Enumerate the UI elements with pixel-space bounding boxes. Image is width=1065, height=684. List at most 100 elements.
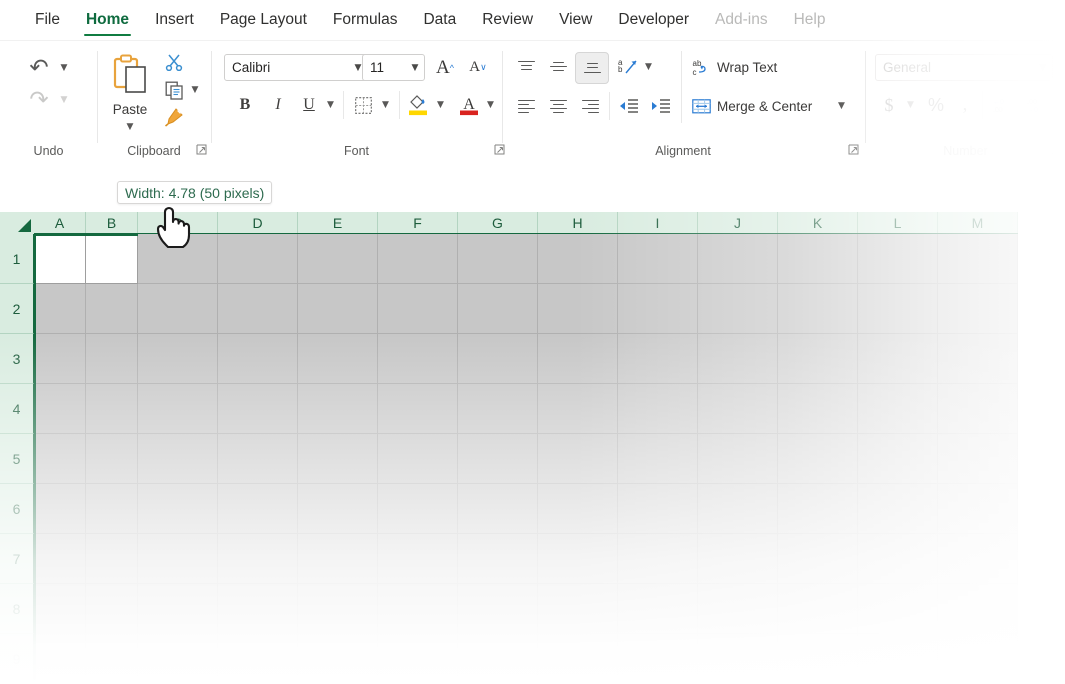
cell-F7[interactable] [378,534,458,584]
cell-C1[interactable] [138,234,218,284]
cell-H8[interactable] [538,584,618,634]
comma-format-button[interactable]: , [952,91,978,119]
cell-F3[interactable] [378,334,458,384]
cell-D4[interactable] [218,384,298,434]
row-header-4[interactable]: 4 [0,384,34,434]
cell-J3[interactable] [698,334,778,384]
column-header-G[interactable]: G [458,212,538,234]
cell-I6[interactable] [618,484,698,534]
cell-K8[interactable] [778,584,858,634]
row-header-1[interactable]: 1 [0,234,34,284]
cell-M1[interactable] [938,234,1018,284]
cell-B2[interactable] [86,284,138,334]
cell-G6[interactable] [458,484,538,534]
copy-dropdown-button[interactable]: ▼ [187,77,203,103]
cell-L8[interactable] [858,584,938,634]
cell-J1[interactable] [698,234,778,284]
cell-D9[interactable] [218,634,298,684]
font-color-dropdown-button[interactable]: ▼ [482,91,499,119]
cell-A7[interactable] [34,534,86,584]
cell-J4[interactable] [698,384,778,434]
cell-K7[interactable] [778,534,858,584]
cell-G4[interactable] [458,384,538,434]
font-color-button[interactable]: A [453,89,485,121]
cell-J5[interactable] [698,434,778,484]
orientation-button[interactable]: a b [611,53,643,81]
bottom-align-button[interactable] [575,52,609,84]
cell-K5[interactable] [778,434,858,484]
cell-A3[interactable] [34,334,86,384]
cell-M9[interactable] [938,634,1018,684]
cell-C6[interactable] [138,484,218,534]
orientation-dropdown-button[interactable]: ▼ [640,53,657,81]
accounting-dropdown-button[interactable]: ▼ [902,91,919,119]
alignment-dialog-launcher[interactable] [848,144,860,156]
column-header-E[interactable]: E [298,212,378,234]
column-header-I[interactable]: I [618,212,698,234]
align-right-button[interactable] [575,92,605,120]
cell-M7[interactable] [938,534,1018,584]
cell-E3[interactable] [298,334,378,384]
font-size-input[interactable]: 11 ▼ [362,54,425,81]
cell-E9[interactable] [298,634,378,684]
borders-button[interactable] [347,91,379,119]
bold-button[interactable]: B [230,91,260,119]
cell-I9[interactable] [618,634,698,684]
borders-dropdown-button[interactable]: ▼ [377,91,394,119]
column-header-K[interactable]: K [778,212,858,234]
cell-C7[interactable] [138,534,218,584]
cell-B1[interactable] [86,234,138,284]
cell-D1[interactable] [218,234,298,284]
cell-K4[interactable] [778,384,858,434]
row-header-7[interactable]: 7 [0,534,34,584]
cell-D2[interactable] [218,284,298,334]
row-header-9[interactable]: 9 [0,634,34,684]
cell-K6[interactable] [778,484,858,534]
cell-H7[interactable] [538,534,618,584]
column-header-L[interactable]: L [858,212,938,234]
row-header-8[interactable]: 8 [0,584,34,634]
cell-F8[interactable] [378,584,458,634]
cell-B3[interactable] [86,334,138,384]
cell-J8[interactable] [698,584,778,634]
ribbon-tab-page-layout[interactable]: Page Layout [207,0,320,40]
cell-A2[interactable] [34,284,86,334]
cell-E7[interactable] [298,534,378,584]
cell-B7[interactable] [86,534,138,584]
cut-button[interactable] [160,49,188,75]
cell-G8[interactable] [458,584,538,634]
cell-H5[interactable] [538,434,618,484]
merge-center-dropdown-button[interactable]: ▼ [833,92,850,120]
ribbon-tab-developer[interactable]: Developer [605,0,702,40]
cell-K1[interactable] [778,234,858,284]
cell-L1[interactable] [858,234,938,284]
cell-H9[interactable] [538,634,618,684]
cell-I3[interactable] [618,334,698,384]
cell-A1[interactable] [34,234,86,284]
center-button[interactable] [543,92,573,120]
cell-E4[interactable] [298,384,378,434]
cell-D7[interactable] [218,534,298,584]
column-header-C[interactable]: C [138,212,218,234]
cell-B9[interactable] [86,634,138,684]
redo-button[interactable]: ↷ [22,85,56,115]
cell-B8[interactable] [86,584,138,634]
cell-E8[interactable] [298,584,378,634]
cell-I2[interactable] [618,284,698,334]
cell-G2[interactable] [458,284,538,334]
paste-dropdown-button[interactable]: ▼ [112,119,148,135]
increase-decimal-button[interactable]: ←0 .00 [988,91,1020,119]
underline-dropdown-button[interactable]: ▼ [322,91,339,119]
cell-D5[interactable] [218,434,298,484]
accounting-format-button[interactable]: $ [876,91,902,119]
cell-A9[interactable] [34,634,86,684]
fill-color-button[interactable] [402,89,434,121]
cell-G7[interactable] [458,534,538,584]
top-align-button[interactable] [511,53,541,81]
cell-F5[interactable] [378,434,458,484]
cell-M3[interactable] [938,334,1018,384]
select-all-corner[interactable] [0,212,35,235]
paste-button[interactable] [100,49,160,101]
increase-indent-button[interactable] [645,92,677,120]
cell-M2[interactable] [938,284,1018,334]
